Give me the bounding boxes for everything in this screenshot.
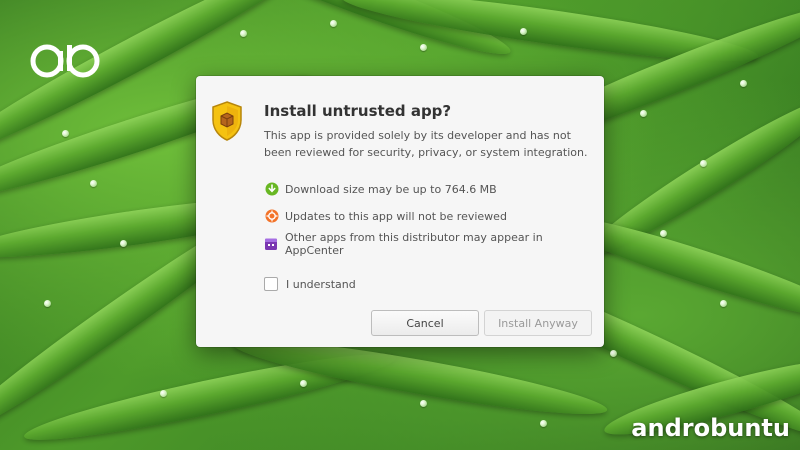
brand-watermark: androbuntu xyxy=(631,414,790,442)
info-row-updates: Updates to this app will not be reviewed xyxy=(264,207,507,225)
info-row-distributor: Other apps from this distributor may app… xyxy=(264,231,604,257)
updates-warning-icon xyxy=(264,209,279,224)
dialog-title: Install untrusted app? xyxy=(264,102,452,120)
info-text: Download size may be up to 764.6 MB xyxy=(285,182,497,196)
untrusted-shield-icon xyxy=(212,101,242,141)
store-icon xyxy=(264,237,279,252)
info-text: Updates to this app will not be reviewed xyxy=(285,209,507,223)
info-row-download-size: Download size may be up to 764.6 MB xyxy=(264,180,497,198)
understand-label[interactable]: I understand xyxy=(286,278,356,291)
understand-checkbox[interactable] xyxy=(264,277,278,291)
install-dialog: Install untrusted app? This app is provi… xyxy=(196,76,604,347)
understand-checkbox-row[interactable]: I understand xyxy=(264,277,356,291)
cancel-button[interactable]: Cancel xyxy=(371,310,479,336)
ab-logo-icon xyxy=(30,44,100,78)
download-icon xyxy=(264,182,279,197)
info-text: Other apps from this distributor may app… xyxy=(284,231,543,257)
dialog-description: This app is provided solely by its devel… xyxy=(264,129,588,159)
install-anyway-button[interactable]: Install Anyway xyxy=(484,310,592,336)
